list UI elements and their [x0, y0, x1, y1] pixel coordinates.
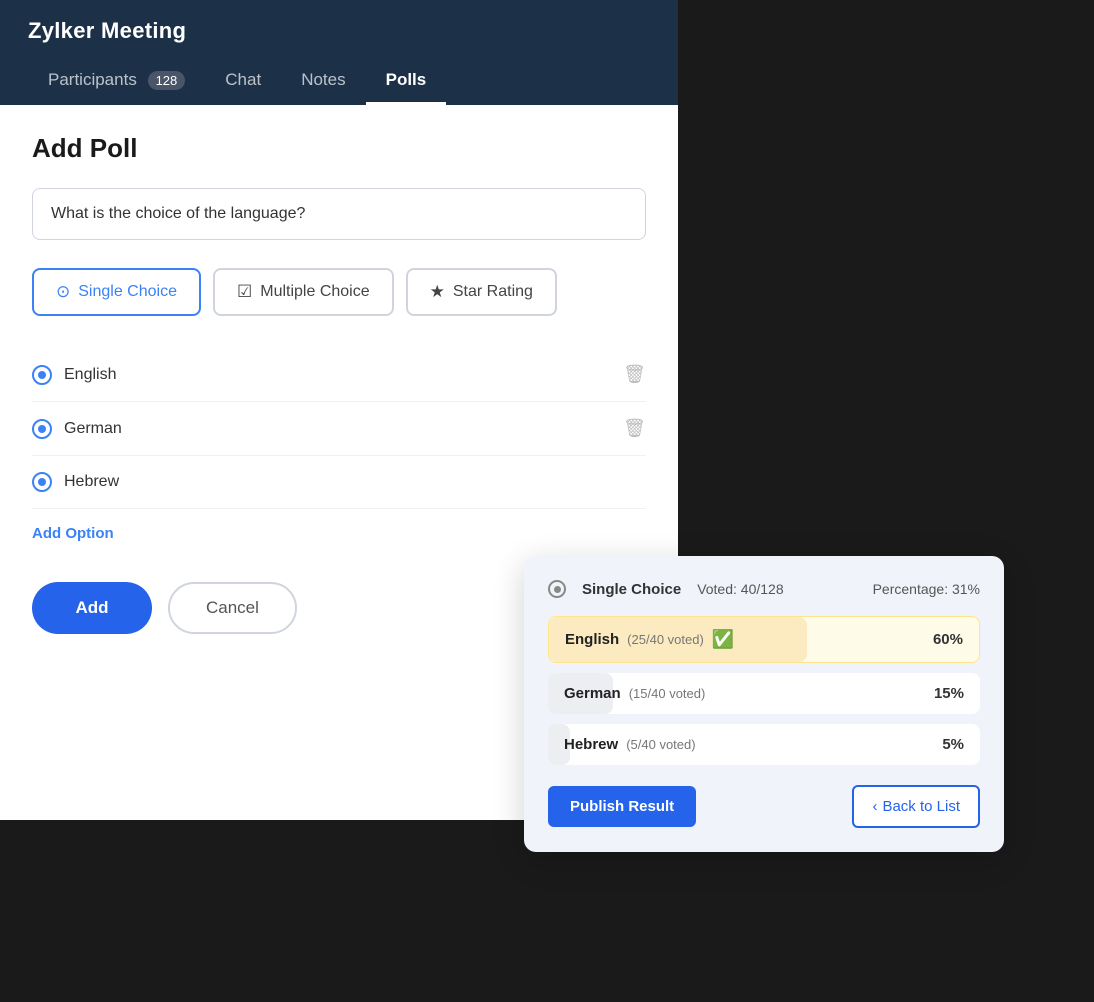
results-panel: Single Choice Voted: 40/128 Percentage: …	[524, 556, 1004, 852]
results-type-icon	[548, 580, 566, 598]
result-name-english: English	[565, 631, 619, 648]
option-label-german: German	[64, 420, 611, 438]
tab-chat[interactable]: Chat	[205, 60, 281, 105]
winner-check-icon: ✅	[712, 629, 734, 650]
result-item-hebrew: Hebrew (5/40 voted) 5%	[548, 724, 980, 765]
back-icon: ‹	[872, 798, 877, 815]
result-item-german: German (15/40 voted) 15%	[548, 673, 980, 714]
option-label-hebrew: Hebrew	[64, 473, 646, 491]
result-pct-hebrew: 5%	[942, 736, 964, 753]
result-votes-german: (15/40 voted)	[629, 686, 706, 701]
result-item-content-english: English (25/40 voted) ✅	[565, 629, 923, 650]
poll-type-single[interactable]: ⊙ Single Choice	[32, 268, 201, 316]
option-radio-english	[32, 365, 52, 385]
cancel-button[interactable]: Cancel	[168, 582, 297, 634]
delete-option-english[interactable]: 🗑	[623, 364, 646, 385]
app-title: Zylker Meeting	[28, 18, 650, 44]
tab-polls[interactable]: Polls	[366, 60, 447, 105]
tab-notes[interactable]: Notes	[281, 60, 365, 105]
results-type-label: Single Choice	[582, 581, 681, 598]
results-header: Single Choice Voted: 40/128 Percentage: …	[548, 580, 980, 598]
result-pct-german: 15%	[934, 685, 964, 702]
question-input[interactable]	[32, 188, 646, 240]
options-list: English 🗑 German 🗑 Hebrew	[32, 348, 646, 509]
add-poll-button[interactable]: Add	[32, 582, 152, 634]
poll-type-multiple[interactable]: ☑ Multiple Choice	[213, 268, 394, 316]
option-radio-german	[32, 419, 52, 439]
result-votes-english: (25/40 voted)	[627, 632, 704, 647]
option-row: German 🗑	[32, 402, 646, 456]
option-row: English 🗑	[32, 348, 646, 402]
result-item-content-german: German (15/40 voted)	[564, 685, 924, 702]
result-item-english: English (25/40 voted) ✅ 60%	[548, 616, 980, 663]
star-rating-icon: ★	[430, 282, 445, 302]
header: Zylker Meeting Participants 128 Chat Not…	[0, 0, 678, 105]
tabs-bar: Participants 128 Chat Notes Polls	[28, 60, 650, 105]
result-name-hebrew: Hebrew	[564, 736, 618, 753]
result-items: English (25/40 voted) ✅ 60% German (15/4…	[548, 616, 980, 765]
result-item-content-hebrew: Hebrew (5/40 voted)	[564, 736, 932, 753]
publish-result-button[interactable]: Publish Result	[548, 786, 696, 827]
single-choice-icon: ⊙	[56, 282, 70, 302]
option-label-english: English	[64, 366, 611, 384]
result-pct-english: 60%	[933, 631, 963, 648]
results-percentage: Percentage: 31%	[873, 581, 980, 597]
result-name-german: German	[564, 685, 621, 702]
results-voted: Voted: 40/128	[697, 581, 783, 597]
result-votes-hebrew: (5/40 voted)	[626, 737, 695, 752]
add-option-link[interactable]: Add Option	[32, 525, 114, 542]
delete-option-german[interactable]: 🗑	[623, 418, 646, 439]
poll-type-star[interactable]: ★ Star Rating	[406, 268, 557, 316]
page-title: Add Poll	[32, 133, 646, 164]
back-to-list-button[interactable]: ‹ Back to List	[852, 785, 980, 828]
participants-badge: 128	[148, 71, 186, 90]
results-footer: Publish Result ‹ Back to List	[548, 785, 980, 828]
multiple-choice-icon: ☑	[237, 282, 252, 302]
tab-participants[interactable]: Participants 128	[28, 60, 205, 105]
option-radio-hebrew	[32, 472, 52, 492]
option-row: Hebrew	[32, 456, 646, 509]
poll-types-group: ⊙ Single Choice ☑ Multiple Choice ★ Star…	[32, 268, 646, 316]
